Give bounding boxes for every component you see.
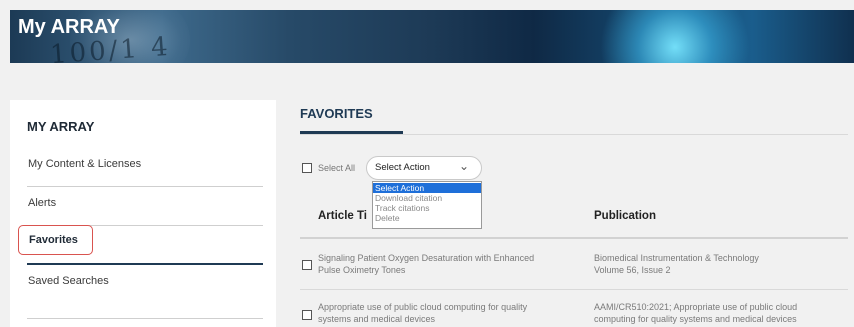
tab-favorites[interactable]: FAVORITES (300, 106, 373, 121)
select-action-value: Select Action (375, 162, 430, 173)
publication-line: Volume 56, Issue 2 (594, 265, 671, 275)
article-title-line: Signaling Patient Oxygen Desaturation wi… (318, 253, 535, 263)
article-title-line: Appropriate use of public cloud computin… (318, 302, 528, 312)
option-track-citations[interactable]: Track citations (373, 203, 481, 213)
article-title-line: Pulse Oximetry Tones (318, 265, 406, 275)
option-download-citation[interactable]: Download citation (373, 193, 481, 203)
article-title-line: systems and medical devices (318, 314, 436, 324)
publication-line: AAMI/CR510:2021; Appropriate use of publ… (594, 302, 798, 312)
page-banner: 100/1 4 My ARRAY (10, 10, 854, 63)
sidebar-item-label: Favorites (29, 234, 78, 246)
banner-light-image (600, 10, 750, 63)
table-header-divider (300, 237, 848, 239)
page: 100/1 4 My ARRAY MY ARRAY My Content & L… (0, 0, 854, 327)
option-delete[interactable]: Delete (373, 213, 481, 223)
sidebar-item-alerts[interactable]: Alerts (27, 197, 263, 226)
sidebar-item-label: Saved Searches (28, 275, 109, 287)
publication-cell[interactable]: Biomedical Instrumentation & Technology … (594, 252, 759, 276)
select-all-checkbox[interactable] (302, 163, 312, 173)
active-item-underline (27, 263, 263, 265)
column-header-publication[interactable]: Publication (594, 210, 656, 222)
publication-line: computing for quality systems and medica… (594, 314, 797, 324)
sidebar-title: MY ARRAY (27, 119, 95, 134)
option-select-action[interactable]: Select Action (373, 183, 481, 193)
table-row-divider (300, 289, 848, 290)
article-title-cell[interactable]: Appropriate use of public cloud computin… (318, 301, 527, 325)
sidebar-item-saved-searches[interactable]: Saved Searches (27, 275, 263, 319)
publication-line: Biomedical Instrumentation & Technology (594, 253, 759, 263)
sidebar-item-label: Alerts (28, 197, 57, 209)
sidebar-item-my-content-licenses[interactable]: My Content & Licenses (27, 158, 263, 187)
row-checkbox[interactable] (302, 310, 312, 320)
sidebar: MY ARRAY My Content & Licenses Alerts Fa… (10, 100, 276, 327)
sidebar-item-favorites[interactable]: Favorites (18, 225, 93, 255)
article-title-cell[interactable]: Signaling Patient Oxygen Desaturation wi… (318, 252, 534, 276)
page-title: My ARRAY (18, 16, 120, 38)
column-header-article-title[interactable]: Article Ti (318, 210, 367, 222)
publication-cell[interactable]: AAMI/CR510:2021; Appropriate use of publ… (594, 301, 797, 325)
select-action-dropdown[interactable]: Select Action ⌄ (366, 156, 482, 180)
tab-divider (300, 134, 848, 135)
select-all-label: Select All (318, 163, 356, 173)
row-checkbox[interactable] (302, 260, 312, 270)
select-action-options: Select Action Download citation Track ci… (372, 181, 482, 229)
chevron-down-icon: ⌄ (459, 159, 470, 173)
sidebar-item-label: My Content & Licenses (28, 158, 142, 170)
